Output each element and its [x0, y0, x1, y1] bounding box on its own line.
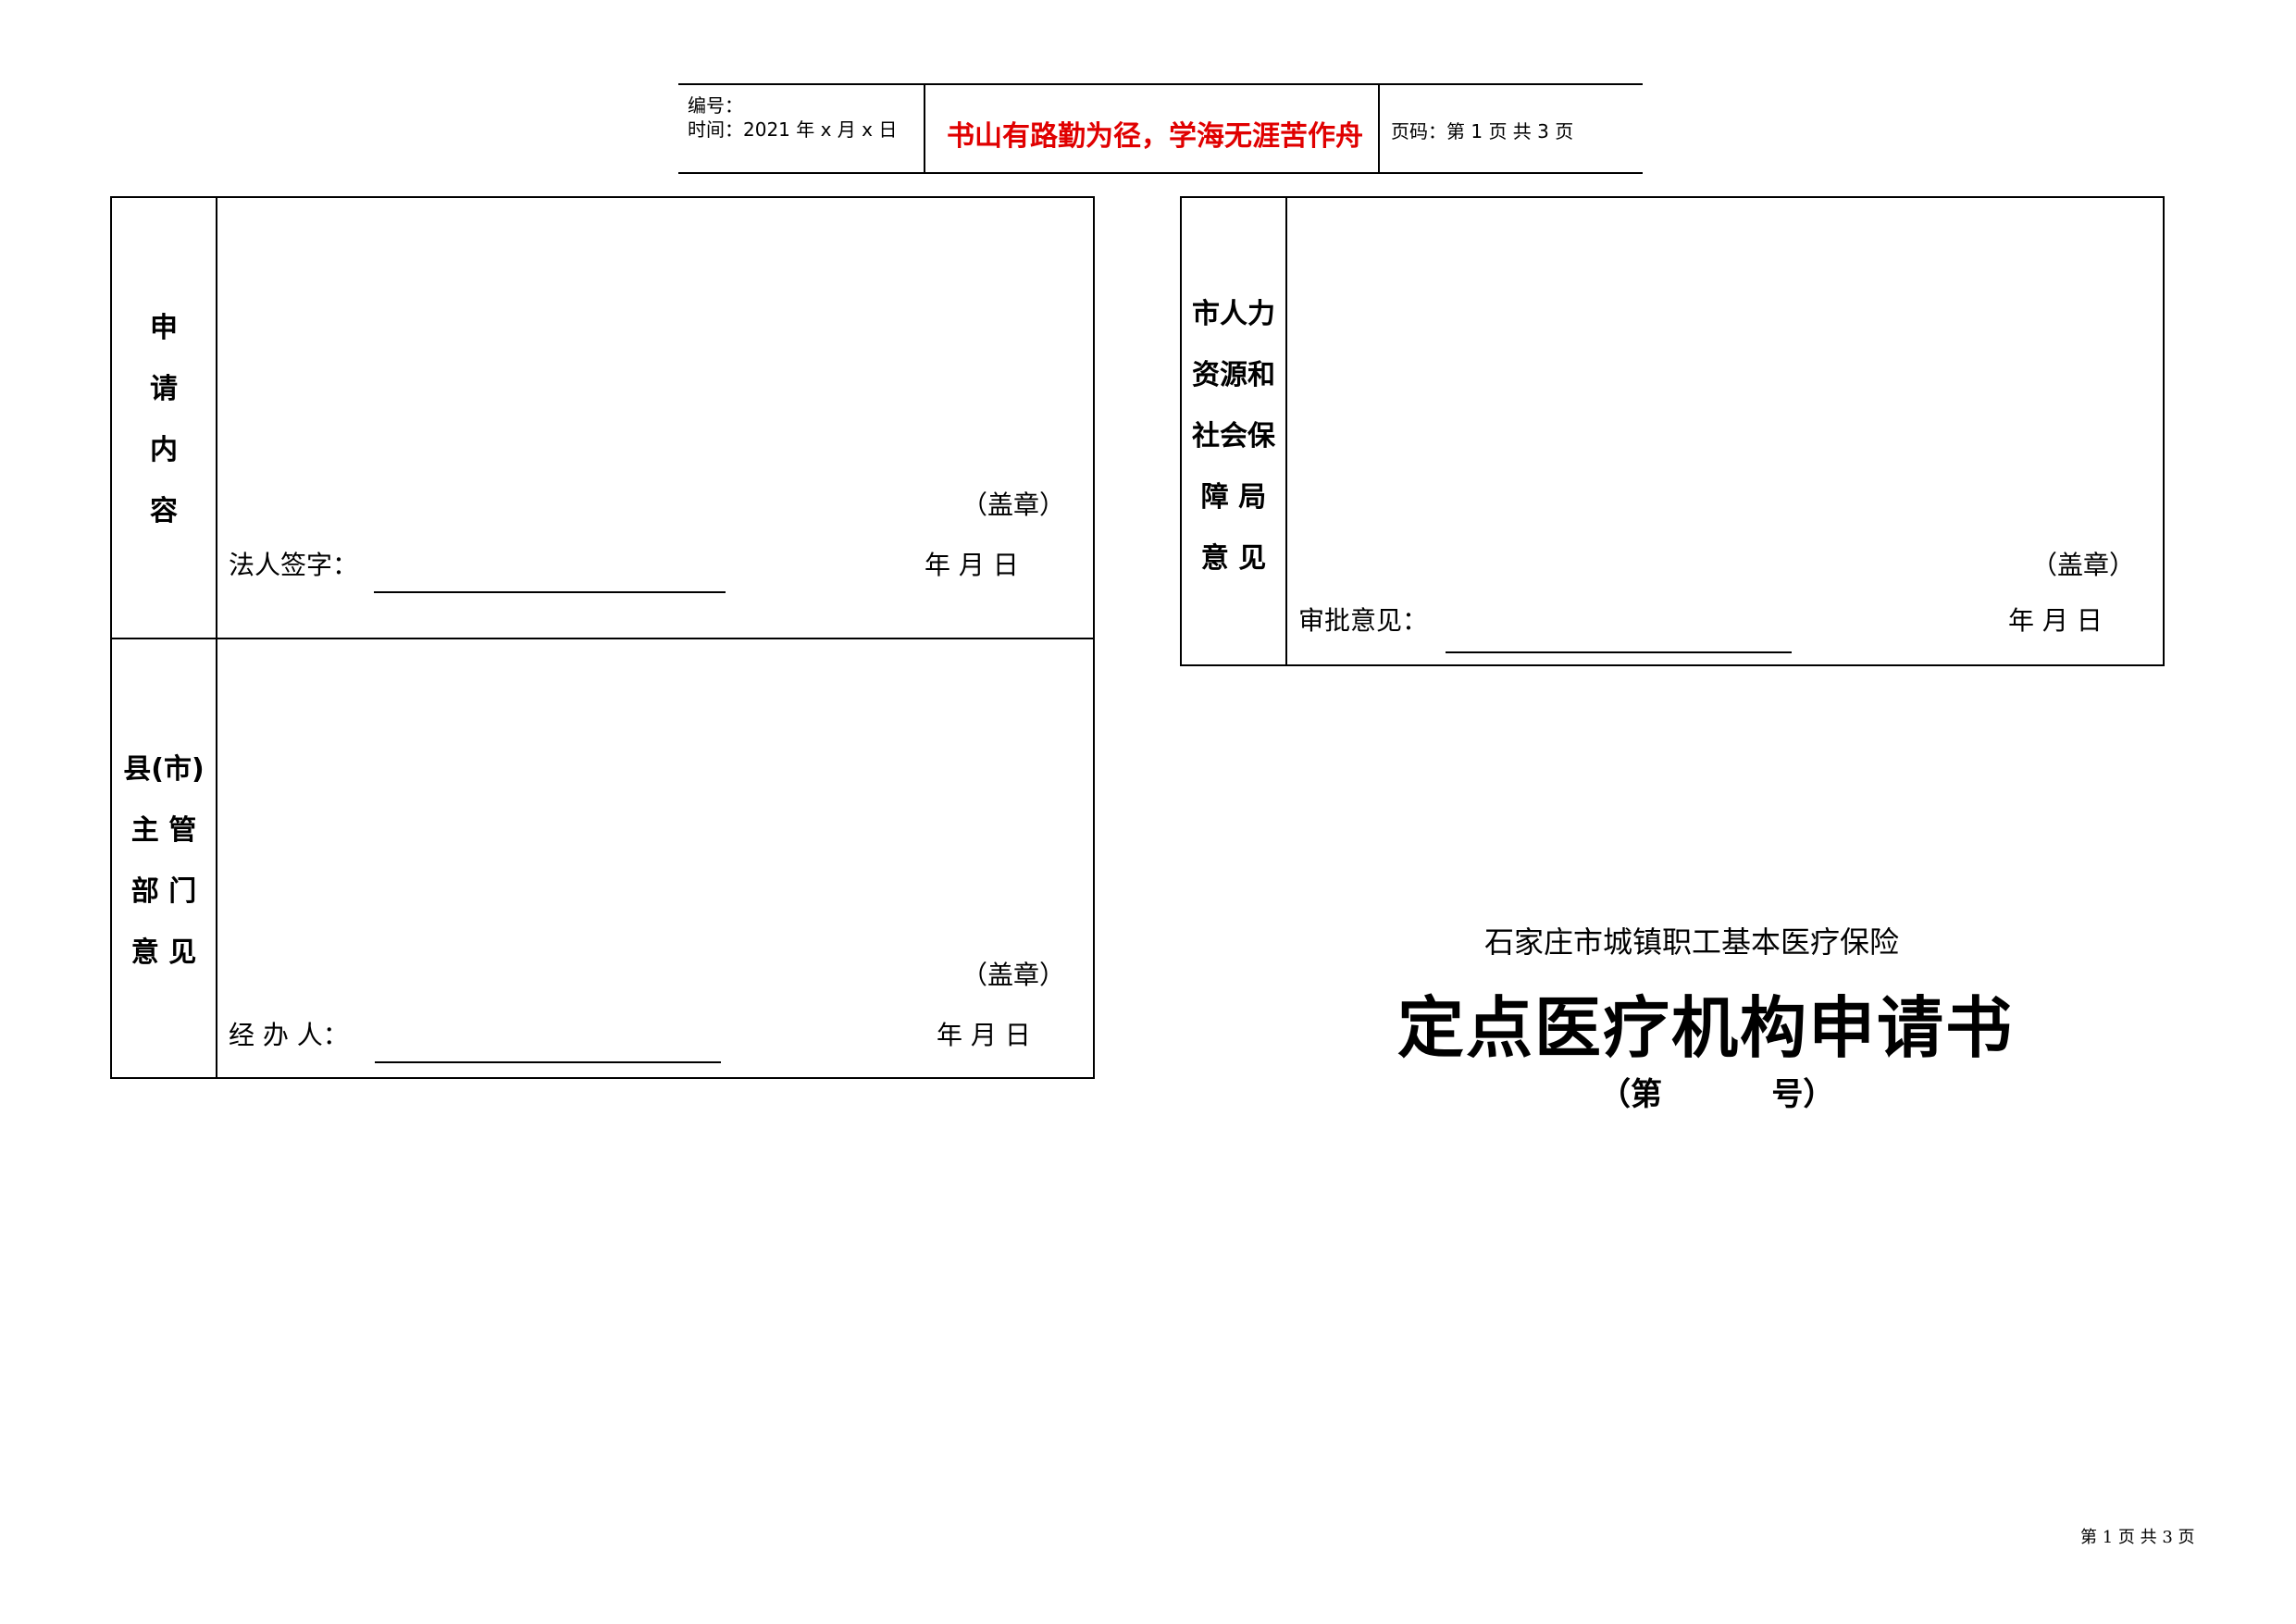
right-form-table: 市人力 资源和 社会保 障 局 意 见 （盖章） 审批意见： 年 月 日 [1180, 196, 2165, 666]
label-column-divider [1285, 198, 1287, 664]
motto-text: 书山有路勤为径，学海无涯苦作舟 [947, 120, 1363, 153]
header-divider [924, 85, 925, 172]
page-info: 页码：第 1 页 共 3 页 [1391, 120, 1574, 143]
seal-label: （盖章） [2031, 550, 2136, 580]
footer-page-number: 第 1 页 共 3 页 [2080, 1528, 2195, 1547]
left-form-table: 申 请 内 容 （盖章） 法人签字： 年 月 日 县(市) 主 管 部 门 意 … [110, 196, 1095, 1079]
application-number: （第 号） [1599, 1076, 1835, 1113]
header-divider [1378, 85, 1380, 172]
legal-signature-line[interactable] [374, 591, 726, 593]
seal-label: （盖章） [962, 490, 1066, 520]
county-dept-opinion-label: 县(市) 主 管 部 门 意 见 [123, 753, 205, 969]
date-label: 年 月 日 [925, 550, 1019, 580]
cover-subtitle: 石家庄市城镇职工基本医疗保险 [1484, 924, 1900, 960]
seal-label: （盖章） [962, 960, 1066, 990]
handler-label: 经 办 人： [229, 1020, 349, 1050]
serial-label: 编号： [688, 94, 743, 117]
date-label: 年 月 日 [937, 1020, 1031, 1050]
time-label: 时间：2021 年 x 月 x 日 [688, 118, 898, 141]
date-label: 年 月 日 [2008, 605, 2103, 636]
city-bureau-opinion-label: 市人力 资源和 社会保 障 局 意 见 [1192, 298, 1275, 575]
apply-content-label: 申 请 内 容 [150, 312, 178, 527]
section-divider [112, 638, 1093, 639]
legal-signature-label: 法人签字： [229, 550, 359, 580]
handler-signature-line[interactable] [375, 1061, 721, 1063]
approval-opinion-label: 审批意见： [1298, 605, 1429, 636]
approval-opinion-line[interactable] [1446, 651, 1792, 653]
cover-title: 定点医疗机构申请书 [1397, 989, 2015, 1067]
document-header: 编号： 时间：2021 年 x 月 x 日 书山有路勤为径，学海无涯苦作舟 页码… [678, 83, 1643, 174]
